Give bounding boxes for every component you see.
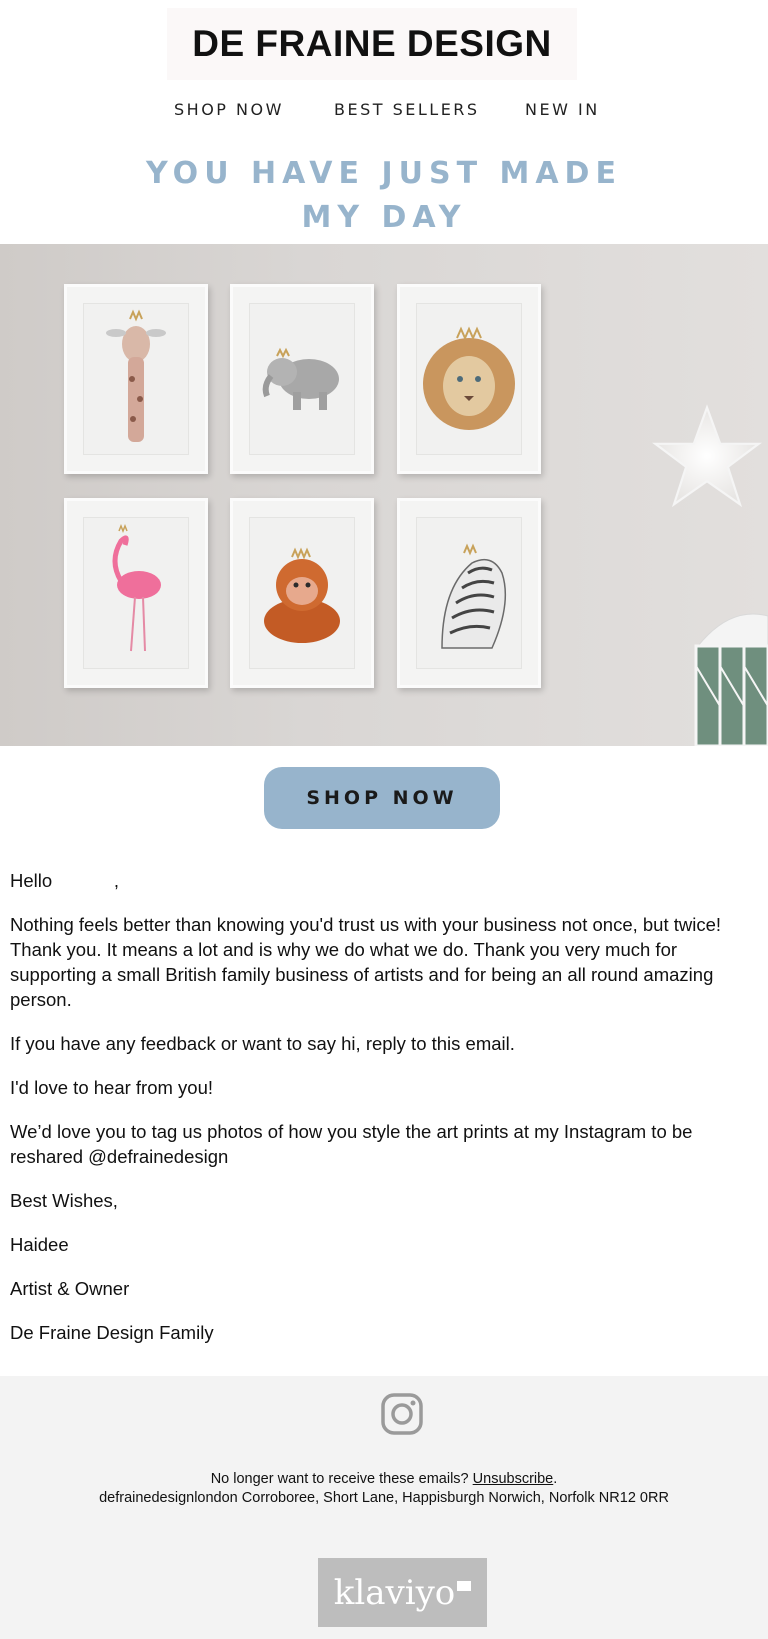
frame-orangutan	[230, 498, 374, 688]
nav-shop-now[interactable]: SHOP NOW	[174, 100, 284, 119]
instagram-icon[interactable]	[380, 1392, 424, 1436]
unsubscribe-suffix: .	[553, 1471, 558, 1487]
flamingo-icon	[112, 523, 161, 652]
orangutan-icon	[264, 547, 340, 643]
top-navigation: SHOP NOW BEST SELLERS NEW IN	[0, 100, 768, 124]
headline-line-1: YOU HAVE JUST MADE	[146, 156, 622, 191]
lantern-icon	[694, 613, 768, 746]
klaviyo-badge[interactable]: klaviyo	[318, 1558, 487, 1627]
zebra-icon	[440, 543, 506, 649]
footer-text: No longer want to receive these emails? …	[0, 1470, 768, 1508]
paragraph-instagram: We’d love you to tag us photos of how yo…	[10, 1121, 693, 1167]
frame-flamingo	[64, 498, 208, 688]
company-address: defrainedesignlondon Corroboree, Short L…	[99, 1490, 669, 1506]
star-lamp-icon	[652, 404, 762, 508]
unsubscribe-link[interactable]: Unsubscribe	[473, 1471, 554, 1487]
signature-family: De Fraine Design Family	[10, 1322, 214, 1343]
nav-new-in[interactable]: NEW IN	[525, 100, 600, 119]
headline-line-2: MY DAY	[301, 200, 467, 235]
elephant-icon	[262, 347, 339, 410]
hero-image[interactable]	[0, 244, 768, 746]
frame-lion	[397, 284, 541, 474]
paragraph-thanks: Nothing feels better than knowing you'd …	[10, 914, 722, 1010]
frame-elephant	[230, 284, 374, 474]
klaviyo-logo-text: klaviyo	[333, 1572, 456, 1613]
greeting: Hello ,	[10, 870, 119, 891]
giraffe-icon	[106, 309, 166, 442]
signature-role: Artist & Owner	[10, 1278, 130, 1299]
klaviyo-flag-icon	[457, 1580, 472, 1591]
logo-container: DE FRAINE DESIGN	[167, 8, 577, 80]
email-body: Hello , Nothing feels better than knowin…	[10, 868, 758, 1364]
signoff: Best Wishes,	[10, 1190, 118, 1211]
signature-name: Haidee	[10, 1234, 69, 1255]
frame-zebra	[397, 498, 541, 688]
frame-giraffe	[64, 284, 208, 474]
brand-logo[interactable]: DE FRAINE DESIGN	[192, 23, 552, 65]
nav-best-sellers[interactable]: BEST SELLERS	[334, 100, 480, 119]
unsubscribe-prefix: No longer want to receive these emails?	[210, 1471, 473, 1487]
shop-now-button[interactable]: SHOP NOW	[264, 767, 500, 829]
headline: YOU HAVE JUST MADE MY DAY	[0, 152, 768, 240]
paragraph-feedback: If you have any feedback or want to say …	[10, 1033, 515, 1054]
paragraph-hear: I'd love to hear from you!	[10, 1077, 214, 1098]
footer: No longer want to receive these emails? …	[0, 1376, 768, 1639]
unsubscribe-line: No longer want to receive these emails? …	[0, 1470, 768, 1489]
lion-icon	[423, 326, 515, 430]
